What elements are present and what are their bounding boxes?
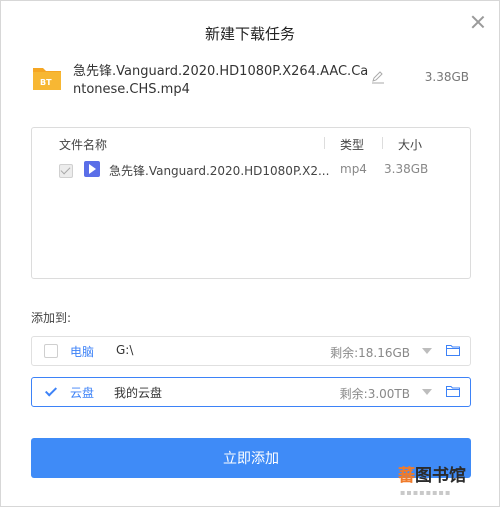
destination-type: 电脑 <box>70 345 95 359</box>
destination-type: 云盘 <box>70 386 95 400</box>
add-to-label: 添加到: <box>31 311 72 325</box>
destination-path: 我的云盘 <box>114 386 163 400</box>
destination-path: G:\ <box>116 343 134 357</box>
folder-icon[interactable] <box>446 385 460 397</box>
cloud-checkbox[interactable] <box>44 385 56 397</box>
new-download-dialog: 新建下载任务 BT 急先锋.Vanguard.2020.HD1080P.X264… <box>0 0 500 507</box>
column-header-size[interactable]: 大小 <box>398 136 422 153</box>
remaining-space: 剩余:18.16GB <box>330 346 410 360</box>
chevron-down-icon[interactable] <box>422 348 432 354</box>
column-separator[interactable] <box>382 137 383 149</box>
folder-icon[interactable] <box>446 344 460 356</box>
remaining-space: 剩余:3.00TB <box>339 387 410 401</box>
destination-cloud[interactable]: 云盘 我的云盘 剩余:3.00TB <box>31 377 471 407</box>
bt-folder-icon: BT <box>33 68 61 90</box>
close-icon[interactable] <box>471 15 485 29</box>
row-file-name: 急先锋.Vanguard.2020.HD1080P.X2... <box>109 164 330 178</box>
bt-badge: BT <box>40 78 52 87</box>
row-file-type: mp4 <box>340 162 367 176</box>
task-file-name: 急先锋.Vanguard.2020.HD1080P.X264.AAC.Canto… <box>73 64 369 97</box>
column-header-name[interactable]: 文件名称 <box>59 136 107 153</box>
chevron-down-icon[interactable] <box>422 389 432 395</box>
watermark-sub-icon: ▪▪▪▪▪▪▪▪ <box>400 488 452 497</box>
edit-icon[interactable] <box>371 70 385 84</box>
total-size: 3.38GB <box>424 70 469 84</box>
column-separator[interactable] <box>324 137 325 149</box>
dialog-title: 新建下载任务 <box>204 25 295 43</box>
watermark: 蕃图书馆 <box>398 466 466 486</box>
video-file-icon <box>84 161 100 177</box>
file-list: 文件名称 类型 大小 急先锋.Vanguard.2020.HD1080P.X2.… <box>31 127 471 279</box>
column-header-type[interactable]: 类型 <box>340 136 364 153</box>
file-row-checkbox[interactable] <box>59 164 73 178</box>
destination-computer[interactable]: 电脑 G:\ 剩余:18.16GB <box>31 336 471 366</box>
computer-checkbox[interactable] <box>44 344 58 358</box>
row-file-size: 3.38GB <box>384 162 429 176</box>
